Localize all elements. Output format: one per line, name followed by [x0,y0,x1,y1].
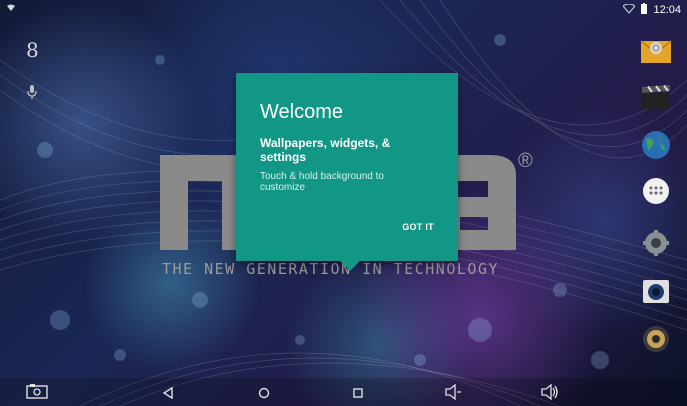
microphone-icon[interactable] [26,84,38,105]
dialog-body: Touch & hold background to customize [260,171,384,193]
navigation-bar [0,378,687,406]
video-app-icon[interactable] [639,80,673,114]
dialog-subtitle: Wallpapers, widgets, & settings [260,136,391,164]
music-app-icon[interactable] [639,322,673,356]
email-app-icon[interactable] [639,34,673,68]
status-bar: 12:04 [0,0,687,18]
volume-down-icon[interactable] [444,383,462,405]
camera-app-icon[interactable] [639,274,673,308]
welcome-dialog: Welcome Wallpapers, widgets, & settings … [236,73,458,271]
clock: 12:04 [653,4,681,16]
dialog-pointer [340,261,360,271]
wifi-icon [622,3,637,17]
dialog-title: Welcome [260,101,343,123]
screenshot-icon[interactable] [26,383,48,404]
back-icon[interactable] [162,386,174,404]
battery-icon [641,3,648,17]
all-apps-icon[interactable] [639,174,673,208]
notification-icon [6,3,16,16]
recents-icon[interactable] [352,386,364,404]
browser-app-icon[interactable] [639,128,673,162]
google-search-icon[interactable]: 8 [26,38,39,62]
registered-mark: ® [518,150,533,172]
volume-up-icon[interactable] [540,383,560,405]
home-icon[interactable] [258,386,270,404]
settings-app-icon[interactable] [639,226,673,260]
got-it-button[interactable]: GOT IT [400,220,436,234]
